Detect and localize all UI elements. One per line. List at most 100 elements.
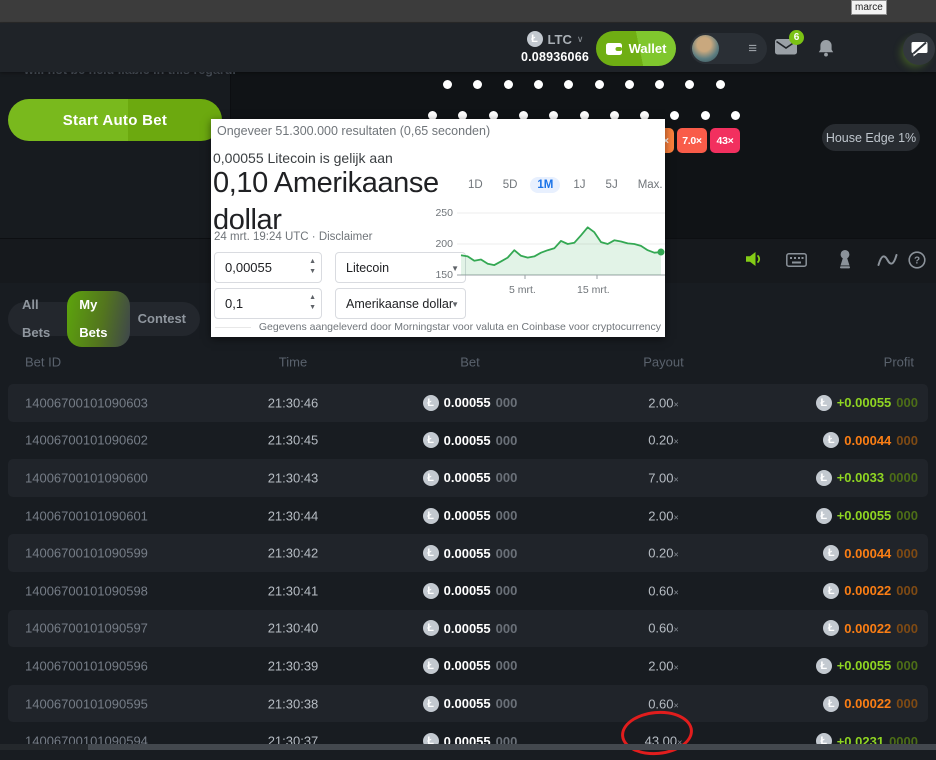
hotkeys-button[interactable] [786,253,807,272]
table-row[interactable]: 1400670010109059421:30:37Ł0.0005500043.0… [8,722,928,760]
range-tab-5d[interactable]: 5D [496,177,525,193]
currency-selector[interactable]: Ł LTC ∨ 0.08936066 [512,31,598,64]
litecoin-icon: Ł [823,545,839,561]
multiply-icon: × [674,587,679,597]
user-menu[interactable]: ≡ [690,33,767,64]
bet-id-cell: 14006700101090599 [25,546,148,561]
bet-cell: Ł0.00055000 [350,696,590,712]
multiply-icon: × [674,474,679,484]
conversion-value: 0,10 Amerikaanse dollar [213,165,453,239]
range-tab-1j[interactable]: 1J [566,177,592,193]
col-bet: Bet [350,355,590,370]
payout-cell: 0.60× [568,621,759,636]
price-chart [457,205,665,285]
litecoin-icon: Ł [816,395,832,411]
range-tab-max[interactable]: Max. [631,177,670,193]
currency-to-select[interactable]: Amerikaanse dollar ▼ [335,288,466,319]
bet-id-cell: 14006700101090597 [25,621,148,636]
popup-footer: Gegevens aangeleverd door Morningstar vo… [215,321,661,333]
currency-from-value: Litecoin [346,261,389,275]
fairness-button[interactable] [838,250,852,274]
hamburger-icon: ≡ [748,40,757,57]
multiply-icon: × [674,700,679,710]
profit-cell: Ł0.00022000 [823,620,918,636]
amount-from-value: 0,00055 [225,260,272,275]
chat-button[interactable] [903,33,935,65]
table-row[interactable]: 1400670010109059721:30:40Ł0.000550000.60… [8,610,928,648]
plinko-peg [716,80,725,89]
bet-cell: Ł0.00055000 [350,545,590,561]
live-stats-button[interactable] [877,253,898,272]
litecoin-icon: Ł [823,620,839,636]
payout-cell: 0.60× [568,696,759,711]
payout-cell: 7.00× [568,470,759,485]
currency-code: LTC [548,32,572,47]
keyboard-icon [786,253,807,267]
table-row[interactable]: 1400670010109060021:30:43Ł0.000550007.00… [8,459,928,497]
table-body: 1400670010109060321:30:46Ł0.000550002.00… [8,384,928,760]
multiply-icon: × [674,662,679,672]
sound-button[interactable] [745,251,763,272]
conversion-label: 0,00055 Litecoin is gelijk aan [213,150,393,166]
help-button[interactable]: ? [908,251,926,274]
tab-contest[interactable]: Contest [130,305,194,333]
start-auto-bet-button[interactable]: Start Auto Bet [8,99,222,141]
range-tab-1d[interactable]: 1D [461,177,490,193]
table-row[interactable]: 1400670010109059621:30:39Ł0.000550002.00… [8,647,928,685]
plinko-peg [443,80,452,89]
bet-id-cell: 14006700101090600 [25,470,148,485]
profit-cell: Ł0.00022000 [823,583,918,599]
table-row[interactable]: 1400670010109060121:30:44Ł0.000550002.00… [8,497,928,535]
multiply-icon: × [674,512,679,522]
profit-cell: Ł0.00044000 [823,432,918,448]
table-row[interactable]: 1400670010109059521:30:38Ł0.000550000.60… [8,685,928,723]
multiply-icon: × [674,625,679,635]
plinko-peg [595,80,604,89]
bet-id-cell: 14006700101090602 [25,433,148,448]
wallet-button[interactable]: Wallet [596,31,676,66]
bet-cell: Ł0.00055000 [350,432,590,448]
profit-cell: Ł+0.00055000 [816,508,918,524]
tab-my-bets[interactable]: My Bets [67,291,129,347]
table-row[interactable]: 1400670010109060321:30:46Ł0.000550002.00… [8,384,928,422]
table-row[interactable]: 1400670010109059921:30:42Ł0.000550000.20… [8,534,928,572]
select-arrow-icon: ▼ [451,300,459,309]
x-axis-label: 5 mrt. [509,284,536,296]
amount-to-input[interactable]: 0,1 ▲▼ [214,288,322,319]
plinko-peg [685,80,694,89]
litecoin-icon: Ł [423,545,439,561]
help-icon: ? [908,251,926,269]
payout-cell: 0.20× [568,433,759,448]
stepper-up-icon[interactable]: ▲ [309,257,316,267]
payout-cell: 0.20× [568,546,759,561]
tab-all-bets[interactable]: All Bets [14,291,67,347]
litecoin-icon: Ł [423,583,439,599]
range-tab-5j[interactable]: 5J [599,177,625,193]
bet-cell: Ł0.00055000 [350,508,590,524]
currency-to-value: Amerikaanse dollar [346,297,453,311]
profit-cell: Ł0.00044000 [823,545,918,561]
multiplier-bucket: 43× [710,128,740,153]
results-count: Ongeveer 51.300.000 resultaten (0,65 sec… [217,124,490,138]
plinko-peg [701,111,710,120]
bet-id-cell: 14006700101090603 [25,395,148,410]
stepper-up-icon[interactable]: ▲ [309,293,316,303]
bet-id-cell: 14006700101090601 [25,508,148,523]
payout-cell: 2.00× [568,508,759,523]
litecoin-icon: Ł [823,432,839,448]
range-tab-1m[interactable]: 1M [530,177,560,193]
table-row[interactable]: 1400670010109059821:30:41Ł0.000550000.60… [8,572,928,610]
bell-icon [817,39,835,59]
amount-from-input[interactable]: 0,00055 ▲▼ [214,252,322,283]
table-row[interactable]: 1400670010109060221:30:45Ł0.000550000.20… [8,422,928,460]
horizontal-scrollbar-thumb[interactable] [88,744,936,750]
notifications-button[interactable] [817,39,835,59]
litecoin-icon: Ł [823,696,839,712]
col-profit: Profit [884,355,914,370]
disclaimer-link[interactable]: Disclaimer [319,231,373,243]
stepper-down-icon[interactable]: ▼ [309,267,316,277]
avatar[interactable] [692,35,719,62]
profit-cell: Ł0.00022000 [823,696,918,712]
stepper-down-icon[interactable]: ▼ [309,303,316,313]
multiplier-bucket: 7.0× [677,128,707,153]
